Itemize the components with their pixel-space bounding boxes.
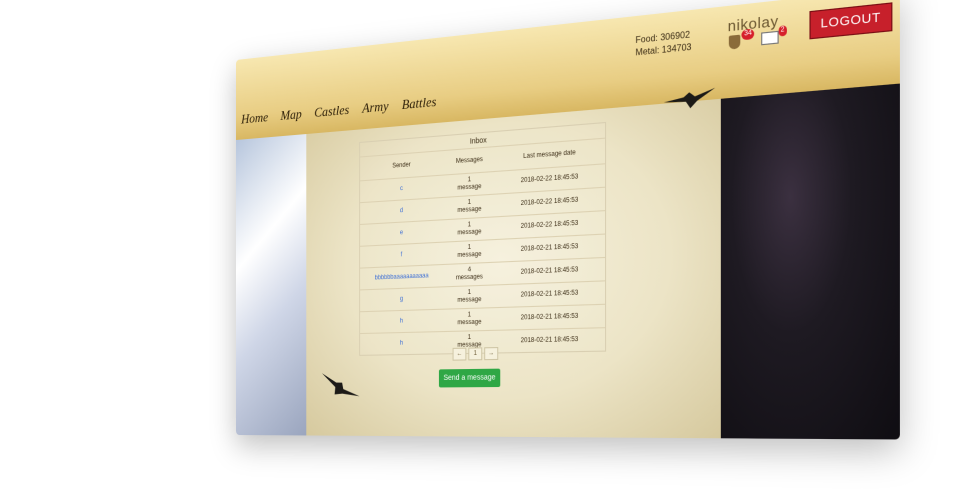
nav-battles[interactable]: Battles (402, 93, 437, 113)
main-nav: Home Map Castles Army Battles (241, 93, 436, 127)
pager-next[interactable]: → (484, 347, 499, 361)
sender-link[interactable]: h (360, 340, 444, 348)
mail-badge: 2 (778, 25, 787, 37)
sender-link[interactable]: h (360, 317, 444, 326)
left-artwork (236, 134, 307, 436)
game-window: Home Map Castles Army Battles Food: 3069… (236, 0, 900, 440)
sender-link[interactable]: e (360, 228, 444, 239)
nav-home[interactable]: Home (241, 109, 268, 128)
shield-badge: 34 (741, 28, 755, 41)
sender-link[interactable]: c (360, 183, 444, 195)
right-artwork (720, 83, 900, 440)
last-message-date: 2018-02-21 18:45:53 (520, 313, 579, 322)
user-panel: nikolay 34 2 (728, 12, 787, 50)
last-message-date: 2018-02-21 18:45:53 (520, 266, 579, 276)
pager-page-1[interactable]: 1 (468, 347, 483, 361)
column-date: Last message date (523, 149, 576, 161)
pagination: ← 1 → (452, 347, 499, 361)
resources-panel: Food: 306902 Metal: 134703 (636, 28, 692, 59)
send-message-button[interactable]: Send a message (438, 368, 501, 388)
message-count: 1 message (457, 199, 482, 215)
last-message-date: 2018-02-21 18:45:53 (520, 243, 579, 253)
envelope-icon (761, 30, 779, 46)
column-sender: Sender (392, 162, 411, 170)
nav-castles[interactable]: Castles (314, 101, 349, 121)
last-message-date: 2018-02-21 18:45:53 (520, 290, 579, 299)
sender-link[interactable]: bbbbbbaaaaaaaaaaa (360, 272, 444, 282)
column-messages: Messages (455, 156, 483, 166)
message-count: 1 message (457, 176, 482, 192)
mail-notifications[interactable]: 2 (761, 25, 787, 46)
pager-prev[interactable]: ← (452, 347, 467, 361)
message-count: 4 messages (455, 267, 483, 282)
message-count: 1 message (457, 289, 482, 304)
sender-link[interactable]: g (360, 295, 444, 304)
page: Home Map Castles Army Battles Food: 3069… (0, 0, 976, 500)
message-count: 1 message (457, 312, 482, 327)
battle-notifications[interactable]: 34 (728, 28, 755, 50)
message-count: 1 message (457, 244, 482, 260)
sender-link[interactable]: f (360, 250, 444, 260)
sender-link[interactable]: d (360, 205, 444, 216)
last-message-date: 2018-02-22 18:45:53 (520, 197, 579, 208)
crow-icon (663, 87, 716, 111)
last-message-date: 2018-02-22 18:45:53 (520, 173, 579, 185)
nav-army[interactable]: Army (362, 98, 388, 117)
inbox-table: Inbox Sender Messages Last message date … (359, 121, 607, 356)
logout-button[interactable]: LOGOUT (809, 2, 893, 40)
last-message-date: 2018-02-21 18:45:53 (520, 336, 579, 345)
shield-icon (728, 34, 741, 50)
last-message-date: 2018-02-22 18:45:53 (520, 220, 579, 231)
nav-map[interactable]: Map (280, 106, 301, 124)
message-count: 1 message (457, 221, 482, 237)
